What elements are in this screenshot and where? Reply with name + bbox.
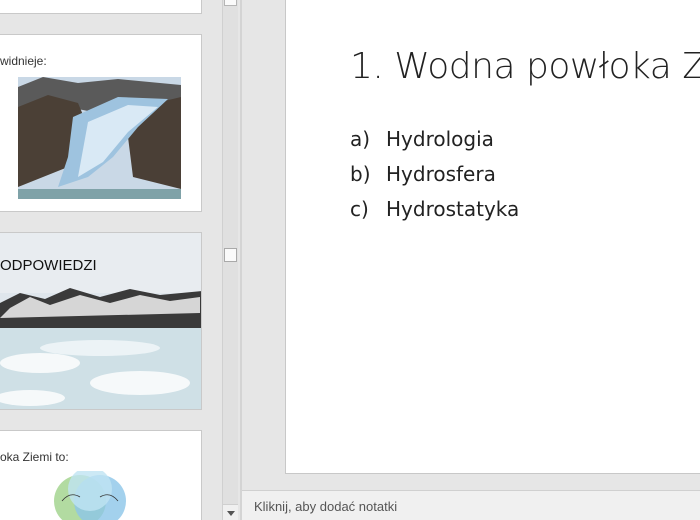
option-label: c) <box>350 197 369 221</box>
slide-title[interactable]: 1. Wodna powłoka Ziemi <box>350 46 700 87</box>
scroll-down-arrow-icon[interactable] <box>223 504 238 520</box>
diagram-image <box>54 471 126 520</box>
slide-thumbnail-2[interactable]: widnieje: <box>0 34 202 212</box>
option-text: Hydrologia <box>386 127 494 151</box>
thumbnail-text: widnieje: <box>0 54 47 68</box>
slide-canvas[interactable]: 1. Wodna powłoka Ziemi a) Hydrologia b) Hy… <box>285 0 700 474</box>
slide-thumbnail-1[interactable] <box>0 0 202 14</box>
slide-thumbnail-4[interactable]: oka Ziemi to: <box>0 430 202 520</box>
glacier-image <box>18 77 181 199</box>
option-text: Hydrosfera <box>386 162 496 186</box>
thumbnail-title: ODPOWIEDZI <box>0 257 97 274</box>
answer-option[interactable]: b) Hydrosfera <box>350 162 496 186</box>
slide-thumbnail-3[interactable]: ODPOWIEDZI <box>0 232 202 410</box>
answer-option[interactable]: c) Hydrostatyka <box>350 197 519 221</box>
option-label: b) <box>350 162 371 186</box>
option-text: Hydrostatyka <box>386 197 520 221</box>
notes-placeholder: Kliknij, aby dodać notatki <box>254 499 398 514</box>
scrollbar-top[interactable] <box>224 0 237 6</box>
slide-editor: 1. Wodna powłoka Ziemi a) Hydrologia b) Hy… <box>242 0 700 490</box>
thumbnail-text: oka Ziemi to: <box>0 450 69 464</box>
notes-pane[interactable]: Kliknij, aby dodać notatki <box>242 490 700 520</box>
thumbnail-scrollbar[interactable] <box>222 0 238 520</box>
option-label: a) <box>350 127 371 151</box>
answer-option[interactable]: a) Hydrologia <box>350 127 494 151</box>
slide-thumbnail-pane: widnieje: ODPOWIEDZI oka Ziemi to: <box>0 0 222 520</box>
scrollbar-thumb[interactable] <box>224 248 237 262</box>
